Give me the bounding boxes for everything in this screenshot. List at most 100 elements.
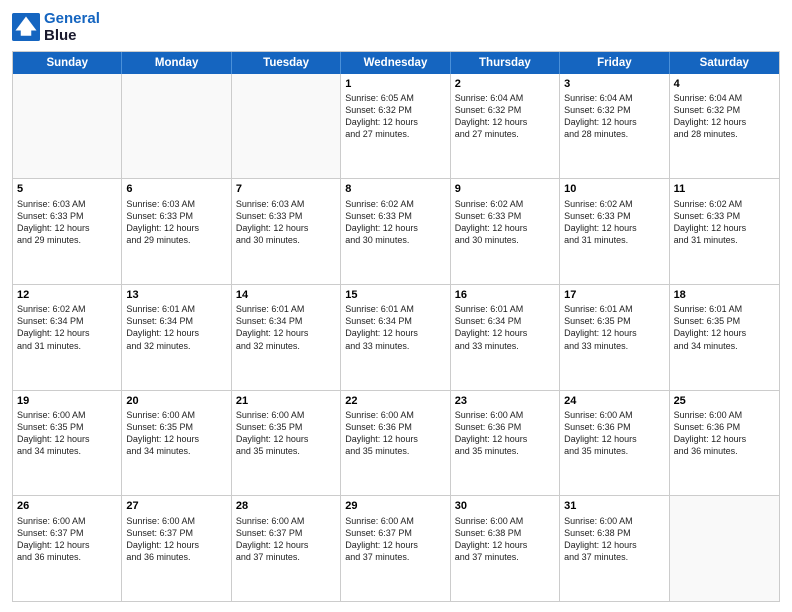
day-cell-17: 17Sunrise: 6:01 AM Sunset: 6:35 PM Dayli… <box>560 285 669 390</box>
weekday-header-wednesday: Wednesday <box>341 52 450 74</box>
day-cell-13: 13Sunrise: 6:01 AM Sunset: 6:34 PM Dayli… <box>122 285 231 390</box>
day-number: 3 <box>564 77 664 91</box>
day-cell-15: 15Sunrise: 6:01 AM Sunset: 6:34 PM Dayli… <box>341 285 450 390</box>
logo-icon <box>12 13 40 41</box>
day-cell-19: 19Sunrise: 6:00 AM Sunset: 6:35 PM Dayli… <box>13 391 122 496</box>
empty-cell <box>13 74 122 179</box>
day-number: 13 <box>126 288 226 302</box>
day-cell-22: 22Sunrise: 6:00 AM Sunset: 6:36 PM Dayli… <box>341 391 450 496</box>
day-cell-1: 1Sunrise: 6:05 AM Sunset: 6:32 PM Daylig… <box>341 74 450 179</box>
day-number: 7 <box>236 182 336 196</box>
day-info: Sunrise: 6:00 AM Sunset: 6:36 PM Dayligh… <box>674 409 775 458</box>
calendar: SundayMondayTuesdayWednesdayThursdayFrid… <box>12 51 780 603</box>
day-cell-6: 6 Sunrise: 6:03 AM Sunset: 6:33 PM Daylig… <box>122 179 231 284</box>
day-number: 19 <box>17 394 117 408</box>
day-info: Sunrise: 6:00 AM Sunset: 6:38 PM Dayligh… <box>455 515 555 564</box>
day-number: 5 <box>17 182 117 196</box>
day-info: Sunrise: 6:00 AM Sunset: 6:37 PM Dayligh… <box>345 515 445 564</box>
day-info: Sunrise: 6:02 AM Sunset: 6:33 PM Dayligh… <box>674 198 775 247</box>
day-number: 21 <box>236 394 336 408</box>
day-number: 24 <box>564 394 664 408</box>
day-info: Sunrise: 6:00 AM Sunset: 6:37 PM Dayligh… <box>126 515 226 564</box>
day-number: 23 <box>455 394 555 408</box>
day-cell-3: 3Sunrise: 6:04 AM Sunset: 6:32 PM Daylig… <box>560 74 669 179</box>
day-number: 16 <box>455 288 555 302</box>
day-number: 6 <box>126 182 226 196</box>
empty-cell <box>670 496 779 601</box>
empty-cell <box>122 74 231 179</box>
day-info: Sunrise: 6:00 AM Sunset: 6:35 PM Dayligh… <box>17 409 117 458</box>
day-number: 27 <box>126 499 226 513</box>
day-cell-12: 12Sunrise: 6:02 AM Sunset: 6:34 PM Dayli… <box>13 285 122 390</box>
calendar-row-4: 19Sunrise: 6:00 AM Sunset: 6:35 PM Dayli… <box>13 391 779 497</box>
day-info: Sunrise: 6:00 AM Sunset: 6:36 PM Dayligh… <box>345 409 445 458</box>
calendar-row-5: 26 Sunrise: 6:00 AM Sunset: 6:37 PM Dayli… <box>13 496 779 601</box>
day-number: 17 <box>564 288 664 302</box>
day-cell-9: 9 Sunrise: 6:02 AM Sunset: 6:33 PM Daylig… <box>451 179 560 284</box>
weekday-header-monday: Monday <box>122 52 231 74</box>
day-cell-18: 18Sunrise: 6:01 AM Sunset: 6:35 PM Dayli… <box>670 285 779 390</box>
day-cell-23: 23Sunrise: 6:00 AM Sunset: 6:36 PM Dayli… <box>451 391 560 496</box>
day-info: Sunrise: 6:04 AM Sunset: 6:32 PM Dayligh… <box>564 92 664 141</box>
day-info: Sunrise: 6:03 AM Sunset: 6:33 PM Dayligh… <box>17 198 117 247</box>
day-cell-28: 28Sunrise: 6:00 AM Sunset: 6:37 PM Dayli… <box>232 496 341 601</box>
day-cell-25: 25Sunrise: 6:00 AM Sunset: 6:36 PM Dayli… <box>670 391 779 496</box>
weekday-header-thursday: Thursday <box>451 52 560 74</box>
day-info: Sunrise: 6:01 AM Sunset: 6:34 PM Dayligh… <box>345 303 445 352</box>
day-info: Sunrise: 6:00 AM Sunset: 6:37 PM Dayligh… <box>17 515 117 564</box>
day-number: 30 <box>455 499 555 513</box>
day-number: 8 <box>345 182 445 196</box>
day-info: Sunrise: 6:03 AM Sunset: 6:33 PM Dayligh… <box>126 198 226 247</box>
day-number: 12 <box>17 288 117 302</box>
day-info: Sunrise: 6:01 AM Sunset: 6:34 PM Dayligh… <box>455 303 555 352</box>
day-info: Sunrise: 6:02 AM Sunset: 6:33 PM Dayligh… <box>345 198 445 247</box>
day-cell-31: 31 Sunrise: 6:00 AM Sunset: 6:38 PM Dayli… <box>560 496 669 601</box>
day-cell-21: 21Sunrise: 6:00 AM Sunset: 6:35 PM Dayli… <box>232 391 341 496</box>
day-number: 22 <box>345 394 445 408</box>
calendar-body: 1Sunrise: 6:05 AM Sunset: 6:32 PM Daylig… <box>13 74 779 602</box>
day-number: 2 <box>455 77 555 91</box>
calendar-row-1: 1Sunrise: 6:05 AM Sunset: 6:32 PM Daylig… <box>13 74 779 180</box>
day-info: Sunrise: 6:00 AM Sunset: 6:36 PM Dayligh… <box>564 409 664 458</box>
day-number: 11 <box>674 182 775 196</box>
day-cell-2: 2Sunrise: 6:04 AM Sunset: 6:32 PM Daylig… <box>451 74 560 179</box>
day-number: 15 <box>345 288 445 302</box>
page-header: GeneralBlue <box>12 10 780 45</box>
day-number: 18 <box>674 288 775 302</box>
calendar-header: SundayMondayTuesdayWednesdayThursdayFrid… <box>13 52 779 74</box>
weekday-header-friday: Friday <box>560 52 669 74</box>
day-cell-27: 27 Sunrise: 6:00 AM Sunset: 6:37 PM Dayli… <box>122 496 231 601</box>
day-cell-24: 24Sunrise: 6:00 AM Sunset: 6:36 PM Dayli… <box>560 391 669 496</box>
day-info: Sunrise: 6:02 AM Sunset: 6:33 PM Dayligh… <box>455 198 555 247</box>
day-cell-4: 4Sunrise: 6:04 AM Sunset: 6:32 PM Daylig… <box>670 74 779 179</box>
day-cell-29: 29Sunrise: 6:00 AM Sunset: 6:37 PM Dayli… <box>341 496 450 601</box>
logo-text: GeneralBlue <box>44 10 100 45</box>
day-info: Sunrise: 6:04 AM Sunset: 6:32 PM Dayligh… <box>674 92 775 141</box>
day-cell-26: 26 Sunrise: 6:00 AM Sunset: 6:37 PM Dayli… <box>13 496 122 601</box>
day-number: 31 <box>564 499 664 513</box>
day-info: Sunrise: 6:04 AM Sunset: 6:32 PM Dayligh… <box>455 92 555 141</box>
day-cell-7: 7Sunrise: 6:03 AM Sunset: 6:33 PM Daylig… <box>232 179 341 284</box>
empty-cell <box>232 74 341 179</box>
day-number: 26 <box>17 499 117 513</box>
day-number: 20 <box>126 394 226 408</box>
day-info: Sunrise: 6:00 AM Sunset: 6:38 PM Dayligh… <box>564 515 664 564</box>
day-number: 4 <box>674 77 775 91</box>
day-info: Sunrise: 6:01 AM Sunset: 6:35 PM Dayligh… <box>564 303 664 352</box>
day-cell-30: 30 Sunrise: 6:00 AM Sunset: 6:38 PM Dayli… <box>451 496 560 601</box>
day-cell-20: 20Sunrise: 6:00 AM Sunset: 6:35 PM Dayli… <box>122 391 231 496</box>
day-info: Sunrise: 6:00 AM Sunset: 6:35 PM Dayligh… <box>236 409 336 458</box>
day-info: Sunrise: 6:00 AM Sunset: 6:36 PM Dayligh… <box>455 409 555 458</box>
day-cell-11: 11 Sunrise: 6:02 AM Sunset: 6:33 PM Dayli… <box>670 179 779 284</box>
day-info: Sunrise: 6:01 AM Sunset: 6:34 PM Dayligh… <box>126 303 226 352</box>
day-number: 9 <box>455 182 555 196</box>
weekday-header-tuesday: Tuesday <box>232 52 341 74</box>
day-info: Sunrise: 6:01 AM Sunset: 6:34 PM Dayligh… <box>236 303 336 352</box>
day-number: 28 <box>236 499 336 513</box>
day-number: 10 <box>564 182 664 196</box>
weekday-header-saturday: Saturday <box>670 52 779 74</box>
day-number: 25 <box>674 394 775 408</box>
day-cell-16: 16Sunrise: 6:01 AM Sunset: 6:34 PM Dayli… <box>451 285 560 390</box>
day-info: Sunrise: 6:01 AM Sunset: 6:35 PM Dayligh… <box>674 303 775 352</box>
day-cell-14: 14Sunrise: 6:01 AM Sunset: 6:34 PM Dayli… <box>232 285 341 390</box>
